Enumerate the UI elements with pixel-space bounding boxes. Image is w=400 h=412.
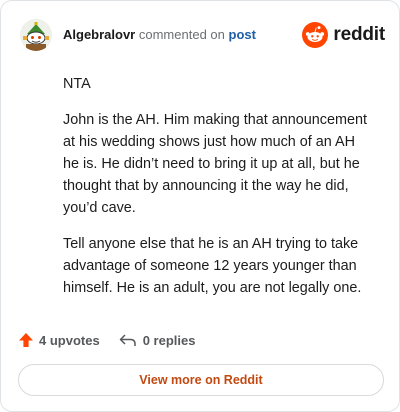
username-link[interactable]: Algebralovr: [63, 27, 135, 42]
reddit-snoo-icon: [302, 22, 329, 48]
view-more-on-reddit-button[interactable]: View more on Reddit: [18, 364, 384, 396]
reddit-logo[interactable]: reddit: [302, 21, 385, 49]
comment-header: Algebralovr commented on post reddit: [15, 15, 385, 55]
reddit-wordmark: reddit: [333, 24, 385, 45]
reply-arrow-icon: [119, 334, 136, 346]
upvote-button[interactable]: 4 upvotes: [18, 332, 100, 348]
comment-paragraph: John is the AH. Him making that announce…: [63, 112, 367, 216]
comment-actions: 4 upvotes 0 replies: [18, 330, 195, 350]
view-more-label: View more on Reddit: [139, 373, 263, 387]
commented-on-text: commented on: [138, 27, 225, 42]
upvote-arrow-icon: [19, 333, 33, 347]
upvotes-count: 4 upvotes: [39, 332, 100, 348]
snoo-avatar-icon: [20, 19, 52, 51]
replies-button[interactable]: 0 replies: [119, 332, 196, 348]
comment-paragraph: NTA: [63, 76, 91, 92]
comment-byline: Algebralovr commented on post: [63, 27, 256, 43]
replies-count: 0 replies: [142, 332, 196, 348]
comment-paragraph: Tell anyone else that he is an AH trying…: [63, 236, 362, 296]
post-link[interactable]: post: [229, 27, 256, 42]
user-avatar[interactable]: [20, 19, 52, 51]
comment-body: NTA John is the AH. Him making that anno…: [63, 73, 371, 313]
reddit-comment-embed-card: Algebralovr commented on post reddit NTA…: [0, 0, 400, 412]
